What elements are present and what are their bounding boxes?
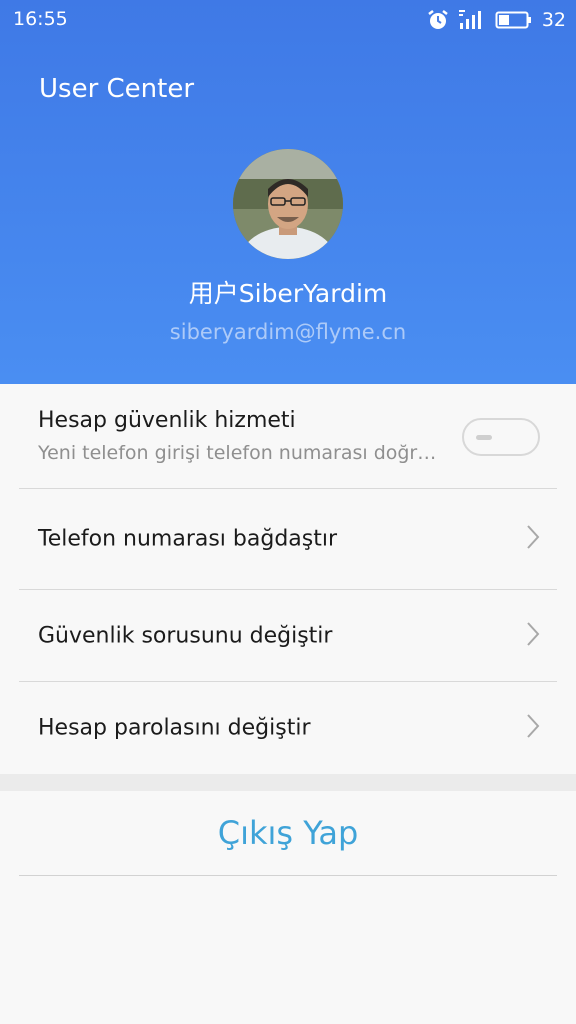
security-service-toggle[interactable]	[462, 418, 540, 456]
user-email: siberyardim@flyme.cn	[169, 320, 407, 344]
status-bar: 16:55 32	[0, 0, 576, 40]
menu-item-change-password[interactable]: Hesap parolasını değiştir	[19, 682, 557, 774]
security-service-title: Hesap güvenlik hizmeti	[38, 408, 296, 433]
logout-row: Çıkış Yap	[19, 791, 557, 876]
logout-section: Çıkış Yap	[0, 791, 576, 1024]
battery-icon	[495, 10, 533, 30]
signal-icon	[458, 9, 486, 31]
menu-item-label: Telefon numarası bağdaştır	[38, 526, 338, 552]
status-icons: 32	[427, 7, 566, 33]
user-name: 用户SiberYardim	[188, 279, 388, 308]
alarm-icon	[427, 9, 449, 31]
user-header: 16:55 32 User Center 用户SiberYardim siber…	[0, 0, 576, 384]
battery-level: 32	[541, 9, 566, 31]
toggle-knob	[476, 435, 492, 440]
chevron-right-icon	[525, 713, 541, 743]
menu-item-security-question[interactable]: Güvenlik sorusunu değiştir	[19, 590, 557, 682]
page-title: User Center	[39, 74, 195, 104]
menu-item-label: Hesap parolasını değiştir	[38, 715, 311, 741]
section-divider	[0, 774, 576, 791]
chevron-right-icon	[525, 621, 541, 651]
security-service-row[interactable]: Hesap güvenlik hizmeti Yeni telefon giri…	[19, 384, 557, 489]
status-time: 16:55	[13, 8, 68, 30]
menu-item-label: Güvenlik sorusunu değiştir	[38, 623, 333, 648]
chevron-right-icon	[525, 524, 541, 554]
menu-item-bind-phone[interactable]: Telefon numarası bağdaştır	[19, 489, 557, 590]
avatar[interactable]	[233, 149, 343, 259]
logout-button[interactable]: Çıkış Yap	[218, 814, 359, 852]
security-service-subtitle: Yeni telefon girişi telefon numarası doğ…	[38, 442, 448, 464]
settings-menu: Hesap güvenlik hizmeti Yeni telefon giri…	[0, 384, 576, 1024]
